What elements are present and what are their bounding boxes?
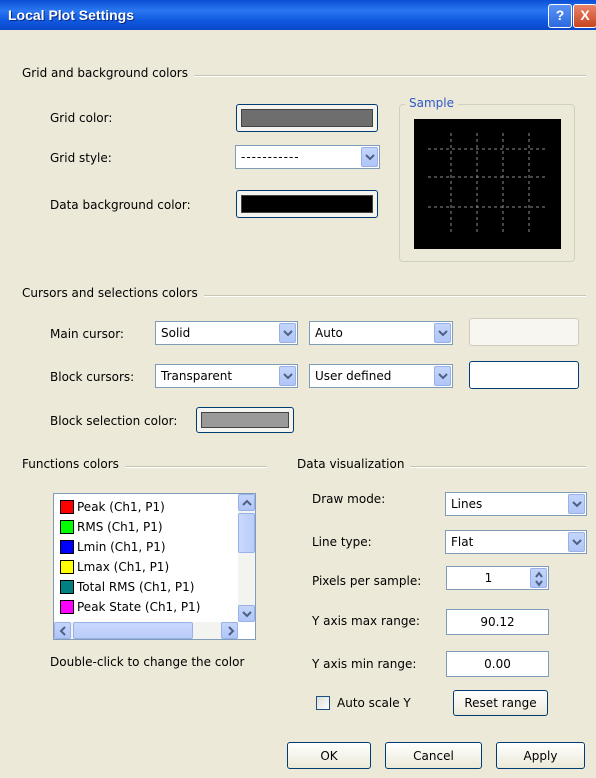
block-cursors-label: Block cursors: — [50, 370, 135, 384]
block-cursors-color-button[interactable] — [469, 361, 579, 389]
ok-label: OK — [320, 748, 338, 763]
chevron-left-icon — [59, 626, 66, 636]
functions-listbox[interactable]: Peak (Ch1, P1) RMS (Ch1, P1) Lmin (Ch1, … — [53, 493, 256, 640]
auto-scale-label: Auto scale Y — [337, 696, 411, 710]
main-cursor-color-value: Auto — [315, 326, 343, 340]
cancel-button[interactable]: Cancel — [385, 742, 482, 769]
help-button[interactable]: ? — [548, 4, 572, 28]
functions-hint: Double-click to change the color — [50, 655, 245, 669]
line-type-value: Flat — [451, 535, 474, 549]
pixels-per-sample-input[interactable]: 1 — [446, 566, 549, 590]
chevron-down-icon[interactable] — [279, 323, 296, 343]
spin-arrows-icon — [535, 571, 543, 587]
scroll-left-button[interactable] — [54, 622, 71, 639]
chevron-down-icon[interactable] — [434, 366, 451, 386]
y-min-value: 0.00 — [484, 657, 511, 671]
line-type-label: Line type: — [312, 535, 372, 549]
data-bg-color-swatch — [241, 195, 373, 213]
scroll-thumb[interactable] — [238, 513, 255, 553]
list-item-label: Peak (Ch1, P1) — [77, 500, 165, 514]
list-item-label: Peak State (Ch1, P1) — [77, 600, 201, 614]
auto-scale-checkbox[interactable] — [316, 696, 330, 710]
main-cursor-color-button — [469, 318, 579, 346]
y-max-value: 90.12 — [480, 615, 515, 629]
scroll-up-button[interactable] — [238, 494, 255, 511]
list-item-label: Total RMS (Ch1, P1) — [77, 580, 195, 594]
y-max-input[interactable]: 90.12 — [446, 609, 549, 635]
color-swatch — [60, 600, 74, 614]
grid-color-label: Grid color: — [50, 111, 113, 125]
main-cursor-color-select[interactable]: Auto — [309, 321, 453, 345]
chevron-down-icon[interactable] — [361, 147, 378, 167]
functions-group-title: Functions colors — [22, 457, 125, 471]
color-swatch — [60, 540, 74, 554]
scroll-right-button[interactable] — [221, 622, 238, 639]
color-swatch — [60, 500, 74, 514]
block-cursors-color-select[interactable]: User defined — [309, 364, 453, 388]
horizontal-scrollbar[interactable] — [54, 622, 238, 639]
grid-group-title: Grid and background colors — [22, 66, 194, 80]
block-selection-label: Block selection color: — [50, 414, 178, 428]
vertical-scrollbar[interactable] — [238, 494, 255, 622]
color-swatch — [60, 580, 74, 594]
title-bar: Local Plot Settings ? X — [0, 0, 596, 30]
block-cursors-color-value: User defined — [315, 369, 392, 383]
sample-preview — [414, 119, 561, 249]
chevron-down-icon[interactable] — [279, 366, 296, 386]
close-icon: X — [580, 7, 590, 23]
reset-range-label: Reset range — [464, 696, 537, 710]
cancel-label: Cancel — [413, 748, 454, 763]
block-selection-color-button[interactable] — [196, 407, 294, 433]
line-type-select[interactable]: Flat — [445, 530, 587, 554]
chevron-down-icon — [242, 611, 252, 618]
cursor-group-title: Cursors and selections colors — [22, 286, 204, 300]
grid-style-select[interactable]: ----------- — [235, 145, 380, 169]
help-icon: ? — [555, 7, 565, 23]
data-bg-label: Data background color: — [50, 198, 191, 212]
block-selection-swatch — [201, 412, 289, 428]
block-cursors-style-select[interactable]: Transparent — [155, 364, 298, 388]
close-button[interactable]: X — [573, 4, 596, 28]
main-cursor-label: Main cursor: — [50, 327, 124, 341]
list-item-label: Lmin (Ch1, P1) — [77, 540, 166, 554]
chevron-up-icon — [242, 499, 252, 506]
list-item-label: RMS (Ch1, P1) — [77, 520, 163, 534]
horizontal-scroll-thumb[interactable] — [73, 622, 193, 639]
reset-range-button[interactable]: Reset range — [453, 690, 548, 716]
chevron-down-icon[interactable] — [568, 494, 585, 514]
grid-style-value: ----------- — [241, 150, 300, 164]
draw-mode-value: Lines — [451, 497, 483, 511]
sample-title: Sample — [405, 96, 458, 110]
draw-mode-label: Draw mode: — [312, 492, 386, 506]
apply-label: Apply — [523, 748, 558, 763]
main-cursor-style-value: Solid — [161, 326, 191, 340]
y-min-input[interactable]: 0.00 — [446, 651, 549, 677]
list-item-label: Lmax (Ch1, P1) — [77, 560, 170, 574]
y-max-label: Y axis max range: — [312, 614, 420, 628]
visualization-group-title: Data visualization — [297, 457, 411, 471]
ok-button[interactable]: OK — [287, 742, 371, 769]
chevron-down-icon[interactable] — [568, 532, 585, 552]
sample-background — [414, 119, 561, 249]
grid-color-swatch — [241, 109, 373, 127]
color-swatch — [60, 520, 74, 534]
data-bg-color-button[interactable] — [236, 190, 378, 218]
y-min-label: Y axis min range: — [312, 657, 417, 671]
block-cursors-style-value: Transparent — [161, 369, 233, 383]
color-swatch — [60, 560, 74, 574]
apply-button[interactable]: Apply — [496, 742, 585, 769]
scroll-down-button[interactable] — [238, 605, 255, 622]
main-cursor-style-select[interactable]: Solid — [155, 321, 298, 345]
spin-buttons[interactable] — [530, 568, 547, 588]
pixels-per-sample-label: Pixels per sample: — [312, 574, 422, 588]
grid-color-button[interactable] — [236, 104, 378, 132]
window-title: Local Plot Settings — [8, 7, 135, 23]
grid-style-label: Grid style: — [50, 151, 112, 165]
draw-mode-select[interactable]: Lines — [445, 492, 587, 516]
chevron-right-icon — [228, 626, 235, 636]
chevron-down-icon[interactable] — [434, 323, 451, 343]
pixels-per-sample-value: 1 — [484, 571, 493, 585]
